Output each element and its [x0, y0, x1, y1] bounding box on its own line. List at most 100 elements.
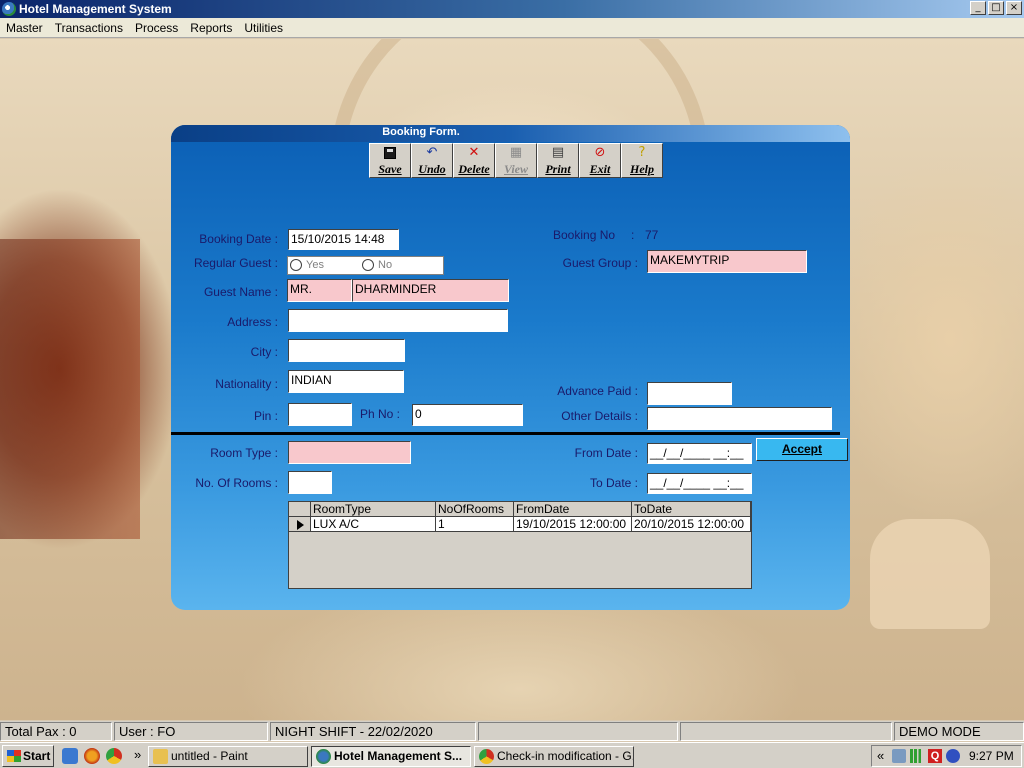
- regular-guest-options: Yes No: [287, 256, 444, 275]
- window-title: Hotel Management System: [19, 2, 172, 16]
- guest-group-label: Guest Group :: [562, 256, 638, 270]
- system-tray: « Q 9:27 PM: [871, 745, 1022, 767]
- room-type-field[interactable]: [288, 441, 411, 464]
- from-date-label: From Date :: [574, 446, 638, 460]
- status-shift: NIGHT SHIFT - 22/02/2020: [270, 722, 476, 741]
- task-paint-label: untitled - Paint: [171, 749, 248, 763]
- view-button[interactable]: ▦ View: [495, 143, 537, 178]
- grid-header-todate[interactable]: ToDate: [632, 502, 751, 517]
- advance-paid-field[interactable]: [647, 382, 732, 405]
- network-signal-icon[interactable]: [910, 749, 924, 763]
- tray-expand-button[interactable]: «: [877, 748, 884, 763]
- delete-button[interactable]: ✕ Delete: [453, 143, 495, 178]
- undo-label: Undo: [418, 162, 446, 176]
- menu-utilities[interactable]: Utilities: [238, 18, 289, 37]
- grid-header-roomtype[interactable]: RoomType: [311, 502, 436, 517]
- undo-icon: ↶: [426, 145, 438, 160]
- status-bar: Total Pax : 0 User : FO NIGHT SHIFT - 22…: [0, 721, 1024, 741]
- help-button[interactable]: ? Help: [621, 143, 663, 178]
- task-chrome[interactable]: Check-in modification - G...: [474, 746, 634, 767]
- task-paint[interactable]: untitled - Paint: [148, 746, 308, 767]
- salutation-field[interactable]: MR.: [287, 279, 352, 302]
- to-date-field[interactable]: __/__/____ __:__: [647, 473, 752, 494]
- print-button[interactable]: ▤ Print: [537, 143, 579, 178]
- ph-no-label: Ph No :: [360, 407, 401, 421]
- regular-guest-label: Regular Guest :: [193, 256, 278, 270]
- to-date-label: To Date :: [589, 476, 638, 490]
- form-title: Booking Form.: [382, 126, 460, 138]
- nationality-field[interactable]: INDIAN: [288, 370, 404, 393]
- grid-header: RoomType NoOfRooms FromDate ToDate: [289, 502, 751, 517]
- other-details-field[interactable]: [647, 407, 832, 430]
- grid-header-noofrooms[interactable]: NoOfRooms: [436, 502, 514, 517]
- grid-cell-roomtype[interactable]: LUX A/C: [311, 517, 436, 532]
- row-selector[interactable]: [289, 517, 311, 532]
- guest-group-field[interactable]: MAKEMYTRIP: [647, 250, 807, 273]
- no-of-rooms-label: No. Of Rooms :: [195, 476, 278, 490]
- pin-label: Pin :: [253, 409, 278, 423]
- exit-button[interactable]: ⊘ Exit: [579, 143, 621, 178]
- pin-field[interactable]: [288, 403, 352, 426]
- print-icon: ▤: [551, 145, 565, 160]
- guest-name-field[interactable]: DHARMINDER: [352, 279, 509, 302]
- hotel-app-icon: [316, 749, 331, 764]
- exit-label: Exit: [589, 162, 611, 176]
- print-label: Print: [545, 162, 571, 176]
- room-type-label: Room Type :: [210, 446, 278, 460]
- grid-cell-todate[interactable]: 20/10/2015 12:00:00: [632, 517, 751, 532]
- booking-no-separator: :: [631, 228, 635, 242]
- city-label: City :: [250, 345, 278, 359]
- accept-button[interactable]: Accept: [756, 438, 848, 461]
- city-field[interactable]: [288, 339, 405, 362]
- undo-button[interactable]: ↶ Undo: [411, 143, 453, 178]
- save-label: Save: [378, 162, 402, 176]
- no-of-rooms-field[interactable]: [288, 471, 332, 494]
- security-shield-icon[interactable]: [946, 749, 960, 763]
- address-label: Address :: [227, 315, 278, 329]
- maximize-button[interactable]: □: [988, 1, 1004, 15]
- menu-transactions[interactable]: Transactions: [49, 18, 129, 37]
- form-toolbar: Save ↶ Undo ✕ Delete ▦ View ▤ Print ⊘ Ex…: [369, 143, 663, 178]
- quicklaunch-more[interactable]: »: [134, 747, 141, 762]
- quickheal-icon[interactable]: Q: [928, 749, 942, 763]
- regular-guest-no-radio[interactable]: [362, 259, 374, 271]
- grid-cell-noofrooms[interactable]: 1: [436, 517, 514, 532]
- task-chrome-label: Check-in modification - G...: [497, 749, 634, 763]
- address-field[interactable]: [288, 309, 508, 332]
- taskbar: Start » untitled - Paint Hotel Managemen…: [0, 742, 1024, 768]
- clock[interactable]: 9:27 PM: [969, 749, 1014, 763]
- regular-guest-yes-label: Yes: [306, 259, 324, 271]
- ie-icon[interactable]: [62, 748, 78, 764]
- view-label: View: [503, 162, 528, 176]
- minimize-button[interactable]: _: [970, 1, 986, 15]
- chrome-icon[interactable]: [106, 748, 122, 764]
- close-button[interactable]: ×: [1006, 1, 1022, 15]
- booking-date-field[interactable]: 15/10/2015 14:48: [288, 229, 399, 250]
- chrome-icon: [479, 749, 494, 764]
- menu-master[interactable]: Master: [0, 18, 49, 37]
- help-icon: ?: [638, 145, 646, 160]
- grid-cell-fromdate[interactable]: 19/10/2015 12:00:00: [514, 517, 632, 532]
- booking-no-value: 77: [645, 228, 659, 242]
- nationality-label: Nationality :: [215, 377, 278, 391]
- status-total-pax: Total Pax : 0: [0, 722, 112, 741]
- window-controls: _ □ ×: [970, 1, 1022, 15]
- table-row[interactable]: LUX A/C 1 19/10/2015 12:00:00 20/10/2015…: [289, 517, 751, 532]
- regular-guest-yes-radio[interactable]: [290, 259, 302, 271]
- start-button[interactable]: Start: [2, 745, 54, 767]
- status-user: User : FO: [114, 722, 268, 741]
- form-title-bar: Booking Form.: [171, 125, 850, 142]
- background-cabinet: [0, 239, 140, 539]
- grid-header-fromdate[interactable]: FromDate: [514, 502, 632, 517]
- firefox-icon[interactable]: [84, 748, 100, 764]
- room-booking-grid[interactable]: RoomType NoOfRooms FromDate ToDate LUX A…: [288, 501, 752, 589]
- advance-paid-label: Advance Paid :: [557, 384, 638, 398]
- exit-icon: ⊘: [594, 145, 606, 160]
- save-button[interactable]: Save: [369, 143, 411, 178]
- task-hotel-management[interactable]: Hotel Management S...: [311, 746, 471, 767]
- menu-process[interactable]: Process: [129, 18, 184, 37]
- from-date-field[interactable]: __/__/____ __:__: [647, 443, 752, 464]
- volume-icon[interactable]: [892, 749, 906, 763]
- status-mode: DEMO MODE: [894, 722, 1024, 741]
- menu-reports[interactable]: Reports: [184, 18, 238, 37]
